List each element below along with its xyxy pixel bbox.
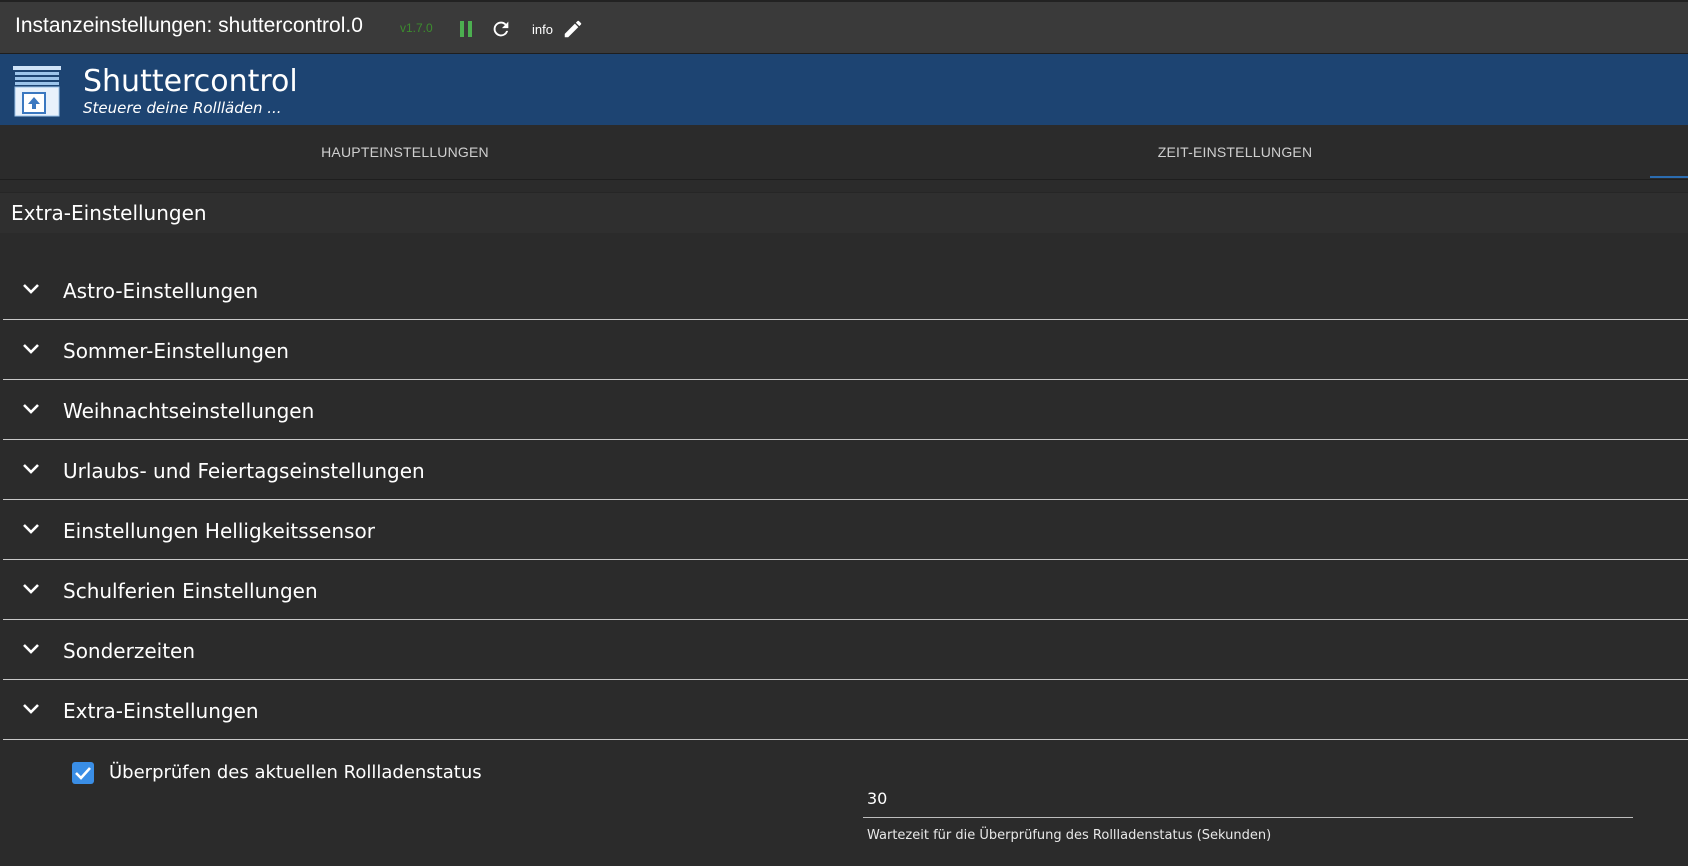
tab-bar: HAUPTEINSTELLUNGEN ZEIT-EINSTELLUNGEN [0, 125, 1688, 180]
pause-icon[interactable] [458, 20, 474, 38]
panel-label: Extra-Einstellungen [63, 699, 259, 723]
chevron-down-icon [23, 584, 39, 594]
app-header: Shuttercontrol Steuere deine Rollläden .… [0, 54, 1688, 125]
info-button[interactable]: info [532, 22, 553, 37]
panel-helligkeitssensor[interactable]: Einstellungen Helligkeitssensor [3, 500, 1688, 560]
checkmark-icon [75, 767, 91, 780]
version-label: v1.7.0 [400, 21, 433, 35]
tab-zeit-einstellungen[interactable]: ZEIT-EINSTELLUNGEN [830, 125, 1640, 179]
panel-label: Urlaubs- und Feiertagseinstellungen [63, 459, 425, 483]
panel-label: Schulferien Einstellungen [63, 579, 318, 603]
panel-label: Astro-Einstellungen [63, 279, 259, 303]
panel-urlaub-feiertage[interactable]: Urlaubs- und Feiertagseinstellungen [3, 440, 1688, 500]
chevron-down-icon [23, 404, 39, 414]
chevron-down-icon [23, 704, 39, 714]
panel-label: Sonderzeiten [63, 639, 196, 663]
section-title: Extra-Einstellungen [11, 201, 207, 225]
app-subtitle: Steuere deine Rollläden ... [83, 99, 282, 117]
check-status-label: Überprüfen des aktuellen Rollladenstatus [109, 762, 482, 783]
panel-sommer[interactable]: Sommer-Einstellungen [3, 320, 1688, 380]
chevron-down-icon [23, 284, 39, 294]
wait-time-helper: Wartezeit für die Überprüfung des Rollla… [867, 828, 1272, 843]
chevron-down-icon [23, 344, 39, 354]
chevron-down-icon [23, 644, 39, 654]
chevron-down-icon [23, 524, 39, 534]
panel-label: Einstellungen Helligkeitssensor [63, 519, 375, 543]
chevron-down-icon [23, 464, 39, 474]
panel-schulferien[interactable]: Schulferien Einstellungen [3, 560, 1688, 620]
edit-icon[interactable] [562, 18, 584, 40]
panel-sonderzeiten[interactable]: Sonderzeiten [3, 620, 1688, 680]
tab-haupteinstellungen[interactable]: HAUPTEINSTELLUNGEN [0, 125, 810, 179]
wait-time-input[interactable] [863, 780, 1633, 818]
panel-label: Sommer-Einstellungen [63, 339, 289, 363]
panel-astro[interactable]: Astro-Einstellungen [3, 260, 1688, 320]
reload-icon[interactable] [490, 18, 512, 40]
title-bar: Instanzeinstellungen: shuttercontrol.0 v… [0, 0, 1688, 54]
tab-indicator [1650, 176, 1688, 178]
check-status-checkbox[interactable] [72, 762, 94, 784]
extra-settings-content: Überprüfen des aktuellen Rollladenstatus… [3, 740, 1688, 860]
panel-weihnachten[interactable]: Weihnachtseinstellungen [3, 380, 1688, 440]
window-title: Instanzeinstellungen: shuttercontrol.0 [15, 14, 363, 37]
panel-label: Weihnachtseinstellungen [63, 399, 315, 423]
panel-extra[interactable]: Extra-Einstellungen [3, 680, 1688, 740]
section-header: Extra-Einstellungen [0, 192, 1688, 233]
shutter-logo-icon [13, 66, 61, 117]
settings-panels: Astro-Einstellungen Sommer-Einstellungen… [3, 260, 1688, 860]
app-title: Shuttercontrol [83, 64, 298, 99]
